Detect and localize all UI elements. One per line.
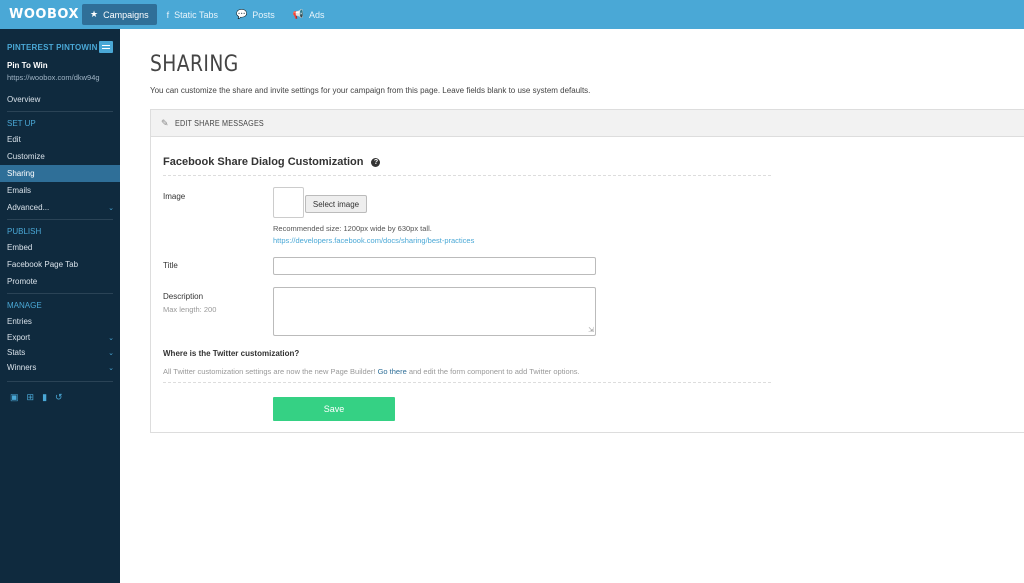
pencil-icon: ✎ <box>161 117 169 128</box>
nav-static-tabs[interactable]: f Static Tabs <box>159 4 226 25</box>
nav-posts-label: Posts <box>252 9 275 20</box>
sidebar-item-stats[interactable]: Stats ⌄ <box>0 345 120 360</box>
menu-icon[interactable] <box>99 41 113 53</box>
sidebar-item-advanced[interactable]: Advanced... ⌄ <box>0 199 120 216</box>
sidebar-section-manage: MANAGE <box>7 301 42 310</box>
page-title: SHARING <box>150 52 239 77</box>
sidebar-tools: ▣ ⊞ ▮ ↺ <box>0 392 120 403</box>
campaign-name: Pin To Win <box>7 61 48 70</box>
comment-icon: 💬 <box>235 9 248 19</box>
facebook-icon: f <box>166 9 170 20</box>
description-label: Description <box>163 292 204 301</box>
sidebar-item-embed[interactable]: Embed <box>0 239 120 256</box>
sidebar-item-entries[interactable]: Entries <box>0 313 120 330</box>
chevron-down-icon: ⌄ <box>108 364 114 372</box>
nav-ads[interactable]: 📢 Ads <box>285 4 333 25</box>
sidebar-item-export-label: Export <box>7 333 31 342</box>
twitter-description: All Twitter customization settings are n… <box>163 367 580 376</box>
sidebar-item-advanced-label: Advanced... <box>7 203 50 212</box>
sidebar-item-sharing[interactable]: Sharing <box>0 165 120 182</box>
campaign-url[interactable]: https://woobox.com/dkw94g <box>0 70 120 82</box>
page-description: You can customize the share and invite s… <box>150 86 591 95</box>
sidebar-item-export[interactable]: Export ⌄ <box>0 330 120 345</box>
description-textarea[interactable]: ⇲ <box>273 287 596 336</box>
top-navbar: WOOBOX ★ Campaigns f Static Tabs 💬 Posts… <box>0 0 1024 29</box>
image-best-practices-link[interactable]: https://developers.facebook.com/docs/sha… <box>273 236 474 245</box>
twitter-text-after: and edit the form component to add Twitt… <box>406 367 580 376</box>
section-divider <box>163 175 771 176</box>
sidebar-item-edit[interactable]: Edit <box>0 131 120 148</box>
section-title-label: Facebook Share Dialog Customization <box>163 156 364 168</box>
save-button[interactable]: Save <box>273 397 395 421</box>
image-hint: Recommended size: 1200px wide by 630px t… <box>273 224 432 233</box>
nav-campaigns[interactable]: ★ Campaigns <box>82 4 157 25</box>
chevron-down-icon: ⌄ <box>108 334 114 342</box>
sidebar-item-facebook-page-tab[interactable]: Facebook Page Tab <box>0 256 120 273</box>
sidebar-item-customize[interactable]: Customize <box>0 148 120 165</box>
nav-static-tabs-label: Static Tabs <box>174 9 218 20</box>
image-preview[interactable] <box>273 187 304 218</box>
campaign-type: PINTEREST PINTOWIN <box>7 42 98 52</box>
share-messages-panel: ✎ EDIT SHARE MESSAGES Facebook Share Dia… <box>150 109 1024 433</box>
copy-icon[interactable]: ▣ <box>10 392 19 403</box>
sidebar-section-setup: SET UP <box>7 119 36 128</box>
chevron-down-icon: ⌄ <box>108 349 114 357</box>
description-max-length: Max length: 200 <box>163 305 217 314</box>
twitter-text-before: All Twitter customization settings are n… <box>163 367 378 376</box>
sidebar-item-stats-label: Stats <box>7 348 26 357</box>
export-icon[interactable]: ⊞ <box>27 392 35 403</box>
twitter-heading: Where is the Twitter customization? <box>163 349 300 358</box>
sidebar-item-winners[interactable]: Winners ⌄ <box>0 360 120 375</box>
title-label: Title <box>163 261 178 270</box>
sidebar-item-promote[interactable]: Promote <box>0 273 120 290</box>
section-title: Facebook Share Dialog Customization ? <box>163 156 381 168</box>
campaign-type-header: PINTEREST PINTOWIN <box>0 29 120 53</box>
sidebar-item-winners-label: Winners <box>7 363 37 372</box>
sidebar-section-publish: PUBLISH <box>7 227 42 236</box>
nav-campaigns-label: Campaigns <box>103 9 149 20</box>
sidebar: PINTEREST PINTOWIN Pin To Win https://wo… <box>0 29 120 583</box>
refresh-icon[interactable]: ↺ <box>55 392 63 403</box>
go-there-link[interactable]: Go there <box>378 367 407 376</box>
nav-ads-label: Ads <box>308 9 325 20</box>
panel-header-label: EDIT SHARE MESSAGES <box>174 118 264 128</box>
help-icon[interactable]: ? <box>371 157 381 167</box>
woobox-logo[interactable]: WOOBOX <box>0 0 80 29</box>
title-input[interactable] <box>273 257 596 275</box>
panel-header: ✎ EDIT SHARE MESSAGES <box>151 110 1024 137</box>
sidebar-item-overview[interactable]: Overview <box>0 91 120 108</box>
nav-posts[interactable]: 💬 Posts <box>228 4 283 25</box>
megaphone-icon: 📢 <box>292 9 304 19</box>
trash-icon[interactable]: ▮ <box>42 392 47 403</box>
star-icon: ★ <box>90 9 99 19</box>
resize-handle-icon[interactable]: ⇲ <box>588 327 594 334</box>
sidebar-item-emails[interactable]: Emails <box>0 182 120 199</box>
section-divider <box>163 382 771 383</box>
main-content: SHARING You can customize the share and … <box>120 29 1024 583</box>
chevron-down-icon: ⌄ <box>108 204 114 212</box>
image-label: Image <box>163 192 186 201</box>
select-image-button[interactable]: Select image <box>305 195 367 213</box>
